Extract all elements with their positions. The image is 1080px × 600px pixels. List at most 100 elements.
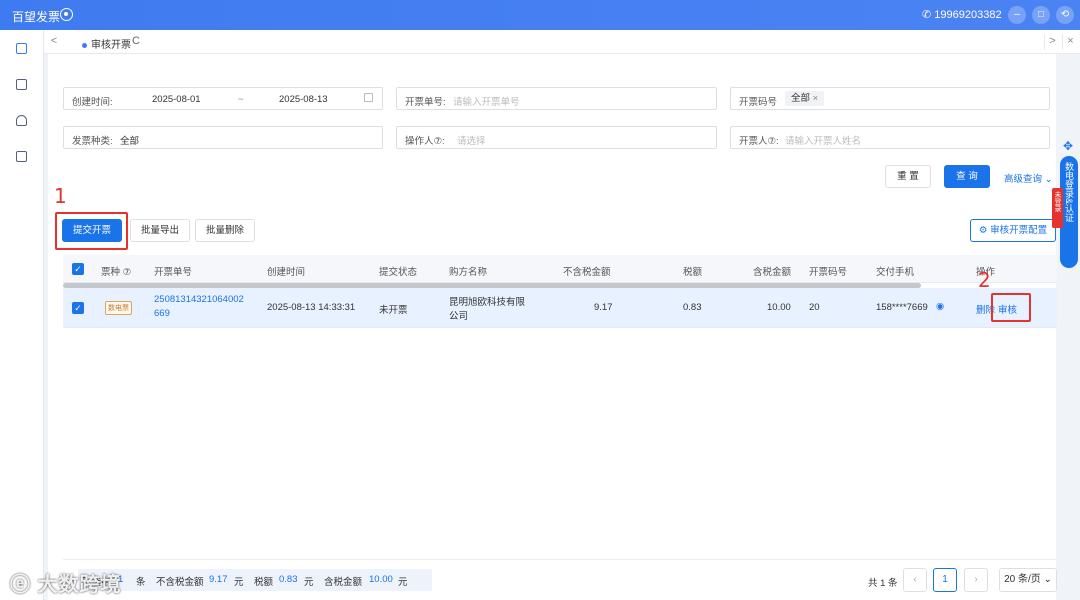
invoice-no-input[interactable]: 请输入开票单号 (453, 94, 520, 108)
tax-value: 0.83 (279, 574, 298, 585)
batch-delete-button[interactable]: 批量删除 (195, 219, 255, 242)
report-nav-icon[interactable] (16, 151, 27, 162)
left-sidebar (0, 30, 44, 600)
order-no-line1: 25081314321064002 (154, 294, 244, 305)
buyer-line2: 公司 (449, 311, 469, 322)
row-code: 20 (809, 302, 820, 313)
operator-input[interactable]: 请选择 (457, 133, 486, 147)
header-status: 提交状态 (379, 267, 418, 278)
in-tax-value: 10.00 (369, 574, 393, 585)
not-logged-in-label: 未登录 (1054, 191, 1061, 212)
issuer-field[interactable]: 开票人⑦: 请输入开票人姓名 (730, 126, 1050, 149)
date-end-input[interactable]: 2025-08-13 (279, 94, 328, 105)
invoice-type-select[interactable]: 发票种类: 全部 (63, 126, 383, 149)
operator-select[interactable]: 操作人⑦: 请选择 (396, 126, 717, 149)
audit-config-button[interactable]: ⚙ 审核开票配置 (970, 219, 1056, 242)
operator-label: 操作人⑦: (405, 136, 445, 147)
footer-divider (63, 559, 1057, 560)
created-label: 创建时间: (72, 97, 113, 108)
tax-unit: 元 (304, 577, 314, 588)
tab-bar: < 审核开票 C > × (44, 30, 1080, 54)
header-tax: 税额 (683, 267, 703, 278)
issuer-label: 开票人⑦: (739, 136, 779, 147)
tab-scroll-left-icon[interactable]: < (46, 34, 62, 50)
advanced-query-link[interactable]: 高级查询 ⌄ (1004, 171, 1053, 185)
audit-config-label: 审核开票配置 (990, 225, 1048, 236)
header-amount-in-tax: 含税金额 (753, 267, 792, 278)
row-buyer: 昆明旭欧科技有限 公司 (449, 294, 525, 326)
created-date-range[interactable]: 创建时间: 2025-08-01 ~ 2025-08-13 (63, 87, 383, 110)
issuer-input[interactable]: 请输入开票人姓名 (785, 133, 861, 147)
header-created: 创建时间 (267, 267, 306, 278)
row-tax: 0.83 (683, 302, 702, 313)
in-tax-label: 含税金额 (324, 577, 363, 588)
show-phone-eye-icon[interactable]: ◉ (936, 301, 944, 312)
select-all-checkbox[interactable]: ✓ (72, 263, 84, 275)
ex-tax-label: 不含税金额 (156, 577, 204, 588)
query-button[interactable]: 查 询 (944, 165, 990, 188)
annotation-number-1: 1 (54, 184, 67, 208)
invoice-no-field[interactable]: 开票单号: 请输入开票单号 (396, 87, 717, 110)
maximize-button[interactable]: □ (1032, 6, 1050, 24)
date-start-input[interactable]: 2025-08-01 (152, 94, 201, 105)
invoice-type-value: 全部 (120, 136, 140, 147)
row-phone: 158****7669 (876, 302, 928, 313)
title-bar: 百望发票 ✆ 19969203382 – □ ⟲ (0, 0, 1080, 30)
batch-export-button[interactable]: 批量导出 (130, 219, 190, 242)
not-logged-in-tag: 未登录 (1052, 188, 1063, 228)
ex-tax-value: 9.17 (209, 574, 228, 585)
close-tab-icon[interactable]: × (1062, 34, 1078, 50)
tab-audit-invoice[interactable]: 审核开票 (82, 36, 131, 51)
submit-invoice-button[interactable]: 提交开票 (62, 219, 122, 242)
tab-scroll-right-icon[interactable]: > (1044, 34, 1060, 50)
header-code: 开票码号 (809, 267, 848, 278)
tax-label: 税额 (254, 577, 274, 588)
header-type: 票种 ⑦ (101, 267, 132, 278)
invoice-nav-icon[interactable] (16, 43, 27, 54)
table-header: ✓ 票种 ⑦ 开票单号 创建时间 提交状态 购方名称 不含税金额 税额 含税金额… (63, 255, 1057, 283)
back-button[interactable]: ⟲ (1056, 6, 1074, 24)
date-separator: ~ (238, 94, 244, 105)
calendar-icon[interactable] (364, 93, 373, 102)
phone-text: 19969203382 (934, 9, 1002, 21)
watermark-text: 大数跨境 (37, 574, 122, 596)
monitor-nav-icon[interactable] (16, 79, 27, 90)
settings-icon: ⚙ (978, 225, 988, 236)
advanced-query-label: 高级查询 (1004, 174, 1043, 185)
code-tag-label: 全部 (791, 93, 811, 104)
invoice-type-label: 发票种类: (72, 136, 113, 147)
page-size-select[interactable]: 20 条/页 ⌄ (999, 568, 1057, 592)
annotation-box-2 (991, 293, 1031, 322)
app-settings-icon[interactable] (60, 8, 73, 21)
row-status: 未开票 (379, 305, 408, 316)
user-nav-icon[interactable] (16, 115, 27, 126)
invoice-no-label: 开票单号: (405, 97, 446, 108)
header-amount-ex-tax: 不含税金额 (563, 267, 611, 278)
row-amount-in-tax: 10.00 (767, 302, 791, 313)
order-no-line2: 669 (154, 308, 170, 319)
tag-close-icon[interactable]: × (813, 93, 819, 104)
reset-button[interactable]: 重 置 (885, 165, 931, 188)
invoice-code-label: 开票码号 (739, 97, 778, 108)
page-1-button[interactable]: 1 (933, 568, 957, 592)
minimize-button[interactable]: – (1008, 6, 1026, 24)
row-checkbox[interactable]: ✓ (72, 302, 84, 314)
total-count: 共 1 条 (868, 578, 898, 589)
table-row[interactable]: ✓ 数电票 25081314321064002 669 2025-08-13 14… (63, 288, 1057, 328)
header-order-no: 开票单号 (154, 267, 193, 278)
prev-page-button[interactable]: ‹ (903, 568, 927, 592)
drag-move-icon[interactable]: ✥ (1063, 139, 1073, 153)
order-no-link[interactable]: 25081314321064002 669 (154, 294, 244, 323)
page-size-label: 20 条/页 (1004, 574, 1041, 585)
header-phone: 交付手机 (876, 267, 915, 278)
next-page-button[interactable]: › (964, 568, 988, 592)
main-content: 创建时间: 2025-08-01 ~ 2025-08-13 开票单号: 请输入开… (10, 54, 1057, 600)
invoice-code-field[interactable]: 开票码号 全部 × (730, 87, 1050, 110)
code-tag[interactable]: 全部 × (785, 91, 825, 106)
row-amount-ex-tax: 9.17 (594, 302, 613, 313)
ex-tax-unit: 元 (234, 577, 244, 588)
refresh-icon[interactable]: C (132, 35, 140, 47)
annotation-number-2: 2 (978, 268, 991, 292)
phone-number: ✆ 19969203382 (922, 9, 1002, 21)
selection-summary: 已选中 1 条 不含税金额 9.17 元 税额 0.83 元 含税金额 10.0… (78, 569, 432, 591)
